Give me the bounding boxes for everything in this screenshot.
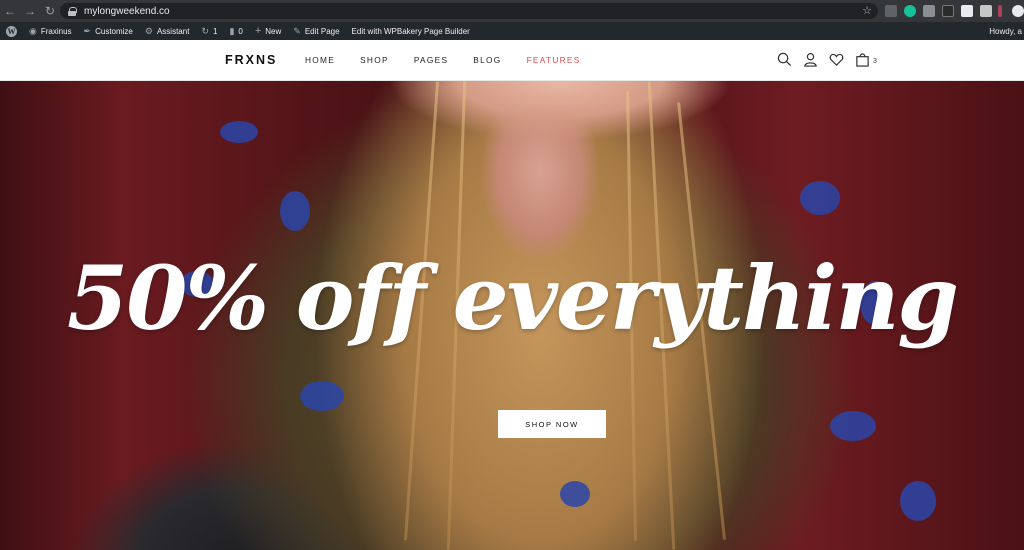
extension-icon[interactable] [961, 5, 973, 17]
extension-icon[interactable] [942, 5, 954, 17]
extension-icon[interactable] [923, 5, 935, 17]
wordpress-logo-icon: W [6, 25, 17, 37]
wp-logo-menu[interactable]: W [0, 22, 23, 40]
comments-count: 0 [238, 26, 243, 36]
account-icon[interactable] [803, 52, 818, 67]
search-icon[interactable] [777, 52, 792, 67]
dashboard-icon: ◉ [29, 25, 37, 36]
shop-now-button[interactable]: SHOP NOW [498, 410, 606, 438]
back-arrow-icon[interactable]: ← [0, 0, 20, 22]
customize-label: Customize [95, 26, 133, 36]
menu-item-home[interactable]: HOME [305, 55, 335, 65]
address-bar[interactable]: mylongweekend.co ☆ [60, 3, 878, 19]
wishlist-heart-icon[interactable] [829, 52, 844, 67]
shopping-bag-icon[interactable] [855, 52, 870, 67]
plus-icon: + [254, 25, 262, 37]
edit-page-label: Edit Page [304, 26, 340, 36]
menu-item-shop[interactable]: SHOP [360, 55, 389, 65]
site-name-label: Fraxinus [40, 26, 72, 36]
bookmark-star-icon[interactable]: ☆ [862, 4, 872, 17]
cast-icon[interactable] [885, 5, 897, 17]
updates-icon: ↻ [201, 25, 209, 36]
url-text[interactable]: mylongweekend.co [84, 6, 170, 17]
hero-headline: 50% off everything [67, 246, 959, 350]
new-content-menu[interactable]: + New [249, 22, 287, 40]
sweater-pattern [300, 381, 344, 411]
assistant-label: Assistant [156, 26, 190, 36]
extension-icon[interactable] [980, 5, 992, 17]
menu-item-features[interactable]: FEATURES [527, 55, 581, 65]
wpbakery-label: Edit with WPBakery Page Builder [351, 26, 470, 36]
sweater-pattern [830, 411, 876, 441]
lock-icon [68, 6, 77, 16]
updates-link[interactable]: ↻ 1 [195, 22, 223, 40]
customize-link[interactable]: ✒ Customize [78, 22, 139, 40]
assistant-link[interactable]: ⚙ Assistant [139, 22, 196, 40]
comment-icon: ▮ [229, 25, 235, 36]
wpbakery-link[interactable]: Edit with WPBakery Page Builder [346, 22, 476, 40]
header-actions: 3 [777, 52, 877, 67]
new-label: New [265, 26, 282, 36]
sweater-pattern [220, 121, 258, 143]
forward-arrow-icon[interactable]: → [20, 0, 40, 22]
pencil-icon: ✎ [293, 25, 301, 36]
howdy-label: Howdy, a [989, 26, 1022, 36]
menu-item-blog[interactable]: BLOG [473, 55, 501, 65]
extension-icon[interactable] [998, 5, 1002, 17]
comments-link[interactable]: ▮ 0 [223, 22, 248, 40]
edit-page-link[interactable]: ✎ Edit Page [287, 22, 345, 40]
account-menu[interactable]: Howdy, a [989, 22, 1024, 40]
site-name-menu[interactable]: ◉ Fraxinus [23, 22, 78, 40]
hero-banner: 50% off everything SHOP NOW [0, 81, 1024, 550]
cart-count: 3 [873, 58, 877, 65]
sweater-pattern [560, 481, 590, 507]
sweater-pattern [800, 181, 840, 215]
browser-toolbar: ← → ↻ mylongweekend.co ☆ [0, 0, 1024, 22]
paintbrush-icon: ✒ [83, 25, 92, 36]
site-logo[interactable]: FRXNS [225, 53, 277, 67]
reload-icon[interactable]: ↻ [40, 0, 60, 22]
site-header: FRXNS HOME SHOP PAGES BLOG FEATURES 3 [0, 40, 1024, 81]
sweater-pattern [280, 191, 310, 231]
sweater-pattern [900, 481, 936, 521]
grammarly-icon[interactable] [904, 5, 916, 17]
menu-item-pages[interactable]: PAGES [414, 55, 448, 65]
updates-count: 1 [212, 26, 218, 36]
main-menu: HOME SHOP PAGES BLOG FEATURES [305, 55, 606, 65]
assistant-icon: ⚙ [144, 25, 153, 36]
profile-avatar[interactable] [1012, 5, 1024, 17]
wp-admin-bar: W ◉ Fraxinus ✒ Customize ⚙ Assistant ↻ 1… [0, 22, 1024, 40]
